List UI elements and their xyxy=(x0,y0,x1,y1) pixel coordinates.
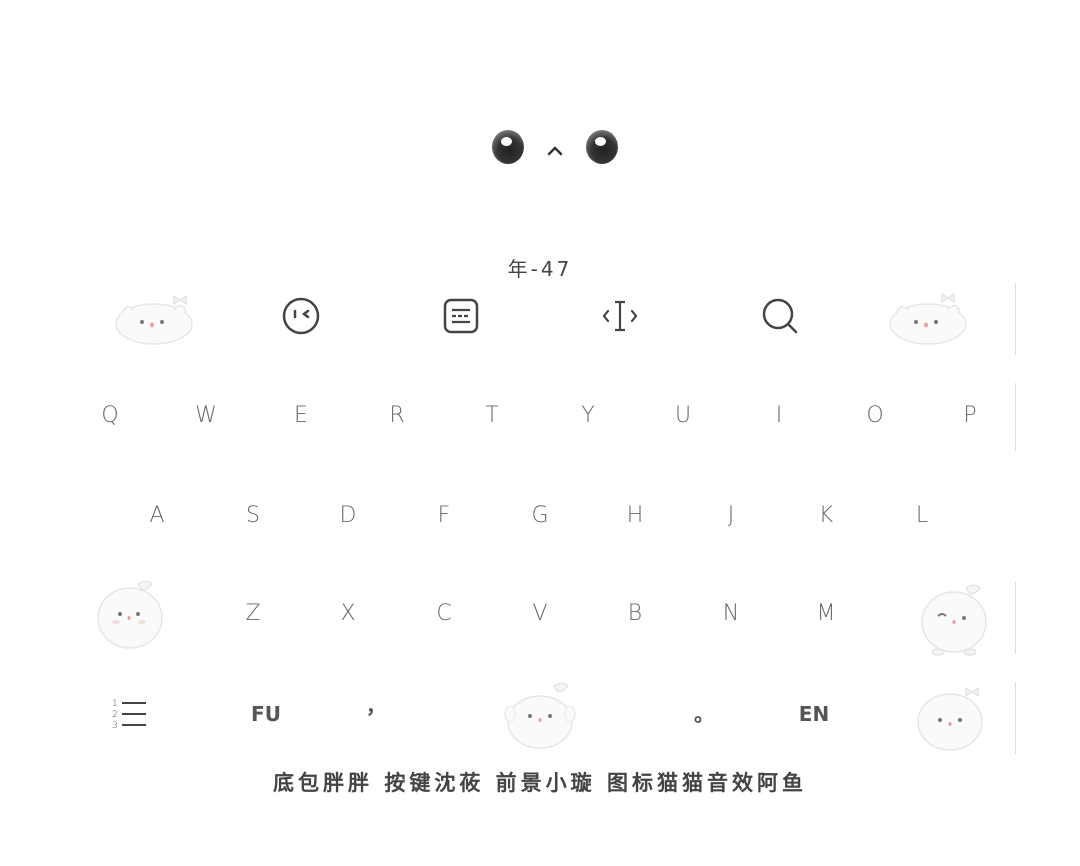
svg-text:3: 3 xyxy=(112,721,118,731)
svg-text:1: 1 xyxy=(112,699,118,709)
key-t[interactable]: T xyxy=(462,386,522,446)
en-key[interactable]: EN xyxy=(784,684,844,744)
key-z[interactable]: Z xyxy=(223,584,283,644)
left-eye-decoration xyxy=(492,130,524,164)
svg-text:2: 2 xyxy=(112,710,118,720)
key-w[interactable]: W xyxy=(176,386,236,446)
right-eye-decoration xyxy=(586,130,618,164)
space-key-cat-icon[interactable] xyxy=(500,680,580,752)
numbered-list-icon: 1 2 3 xyxy=(112,699,146,731)
cat-sticker-icon xyxy=(889,293,967,345)
key-b[interactable]: B xyxy=(605,584,665,644)
enter-key-cat-icon[interactable] xyxy=(910,682,990,754)
credits-text: 底包胖胖 按键沈莜 前景小璇 图标猫猫音效阿鱼 xyxy=(273,771,807,795)
key-a[interactable]: A xyxy=(127,486,187,546)
key-i[interactable]: I xyxy=(749,386,809,446)
key-n[interactable]: N xyxy=(701,584,761,644)
divider xyxy=(1015,582,1016,654)
key-e[interactable]: E xyxy=(271,386,331,446)
divider xyxy=(1015,283,1016,355)
clipboard-icon[interactable] xyxy=(441,296,481,336)
divider xyxy=(1015,682,1016,754)
fu-key[interactable]: FU xyxy=(236,684,296,744)
emoji-icon[interactable] xyxy=(281,296,321,336)
key-y[interactable]: Y xyxy=(558,386,618,446)
key-v[interactable]: V xyxy=(510,584,570,644)
divider xyxy=(1015,383,1016,451)
key-o[interactable]: O xyxy=(845,386,905,446)
shift-key-cat-icon[interactable] xyxy=(94,576,168,656)
nose-decoration xyxy=(547,146,563,156)
key-k[interactable]: K xyxy=(796,486,856,546)
key-c[interactable]: C xyxy=(414,584,474,644)
key-d[interactable]: D xyxy=(318,486,378,546)
key-s[interactable]: S xyxy=(223,486,283,546)
key-l[interactable]: L xyxy=(892,486,952,546)
key-h[interactable]: H xyxy=(605,486,665,546)
keyboard-code-label: 年-47 xyxy=(507,257,573,281)
key-u[interactable]: U xyxy=(653,386,713,446)
key-q[interactable]: Q xyxy=(80,386,140,446)
key-m[interactable]: M xyxy=(796,584,856,644)
key-j[interactable]: J xyxy=(701,486,761,546)
key-p[interactable]: P xyxy=(940,386,1000,446)
key-f[interactable]: F xyxy=(414,486,474,546)
numbers-menu-key[interactable]: 1 2 3 xyxy=(100,684,160,744)
period-key[interactable]: 。 xyxy=(674,684,734,744)
backspace-key-cat-icon[interactable] xyxy=(914,580,992,660)
comma-key[interactable]: ， xyxy=(346,676,406,736)
key-x[interactable]: X xyxy=(318,584,378,644)
cat-sticker-icon xyxy=(115,295,193,345)
search-icon[interactable] xyxy=(760,296,800,336)
cursor-icon[interactable] xyxy=(600,296,640,336)
key-g[interactable]: G xyxy=(510,486,570,546)
key-r[interactable]: R xyxy=(367,386,427,446)
